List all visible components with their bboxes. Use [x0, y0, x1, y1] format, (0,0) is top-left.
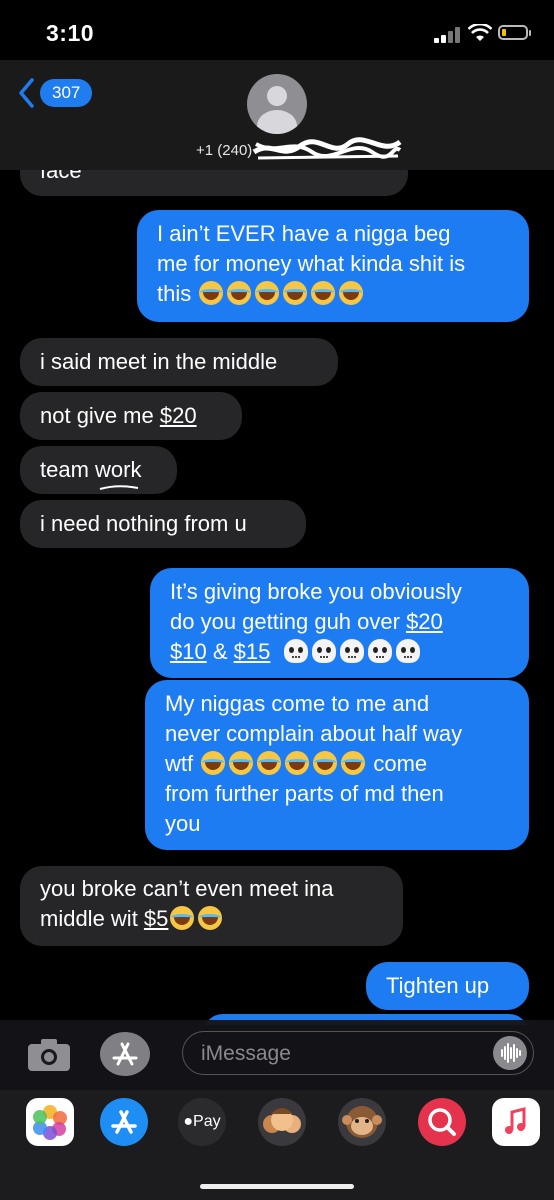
- app-store-icon: [112, 1042, 138, 1066]
- message-bubble-incoming[interactable]: i need nothing from u: [20, 500, 306, 548]
- message-bubble-outgoing[interactable]: My niggas come to me and never complain …: [145, 680, 529, 850]
- home-indicator: [200, 1184, 354, 1189]
- message-bubble-incoming[interactable]: face: [20, 170, 408, 196]
- money-link[interactable]: $5: [144, 906, 168, 931]
- underline-squiggle: [99, 485, 139, 490]
- message-bubble-incoming[interactable]: i said meet in the middle: [20, 338, 338, 386]
- photos-icon[interactable]: [26, 1098, 74, 1146]
- money-link[interactable]: $15: [234, 639, 271, 664]
- money-link[interactable]: $10: [170, 639, 207, 664]
- battery-icon: [498, 25, 531, 40]
- unread-count-badge: 307: [40, 79, 93, 107]
- message-bubble-outgoing[interactable]: It’s giving broke you obviously do you g…: [150, 568, 529, 678]
- search-images-icon[interactable]: [418, 1098, 466, 1146]
- message-bubble-outgoing[interactable]: I ain’t EVER have a nigga beg me for mon…: [137, 210, 529, 322]
- money-link[interactable]: $20: [406, 609, 443, 634]
- laughing-emoji-row: [197, 281, 365, 306]
- wifi-icon: [468, 24, 492, 41]
- cellular-signal-icon: [434, 27, 462, 43]
- camera-icon[interactable]: [26, 1038, 72, 1072]
- music-icon[interactable]: [492, 1098, 540, 1146]
- message-input[interactable]: iMessage: [182, 1031, 534, 1075]
- message-bubble-incoming[interactable]: you broke can’t even meet ina middle wit…: [20, 866, 403, 946]
- apps-button[interactable]: [100, 1032, 150, 1076]
- status-time: 3:10: [46, 20, 95, 46]
- message-bubble-incoming[interactable]: team work: [20, 446, 177, 494]
- message-bubble-outgoing[interactable]: Tighten up: [366, 962, 529, 1010]
- message-thread[interactable]: face I ain’t EVER have a nigga beg me fo…: [0, 170, 554, 1025]
- app-store-icon[interactable]: [100, 1098, 148, 1146]
- contact-number[interactable]: +1 (240): [196, 142, 252, 159]
- contact-avatar[interactable]: [247, 74, 307, 134]
- animoji-icon[interactable]: [338, 1098, 386, 1146]
- money-link[interactable]: $20: [160, 403, 197, 428]
- waveform-icon: [501, 1043, 521, 1063]
- laughing-emoji-row: [199, 751, 373, 776]
- memoji-icon[interactable]: [258, 1098, 306, 1146]
- laughing-emoji-row: [168, 906, 224, 931]
- redaction-scribble: [252, 137, 402, 160]
- compose-bar: iMessage: [0, 1020, 554, 1090]
- apple-pay-icon[interactable]: ●Pay: [178, 1098, 226, 1146]
- back-button[interactable]: 307: [18, 78, 93, 108]
- audio-message-button[interactable]: [493, 1036, 527, 1070]
- chevron-left-icon: [19, 78, 34, 108]
- skull-emoji-row: [282, 639, 422, 664]
- conversation-header: 307 +1 (240): [0, 60, 554, 170]
- message-bubble-incoming[interactable]: not give me $20: [20, 392, 242, 440]
